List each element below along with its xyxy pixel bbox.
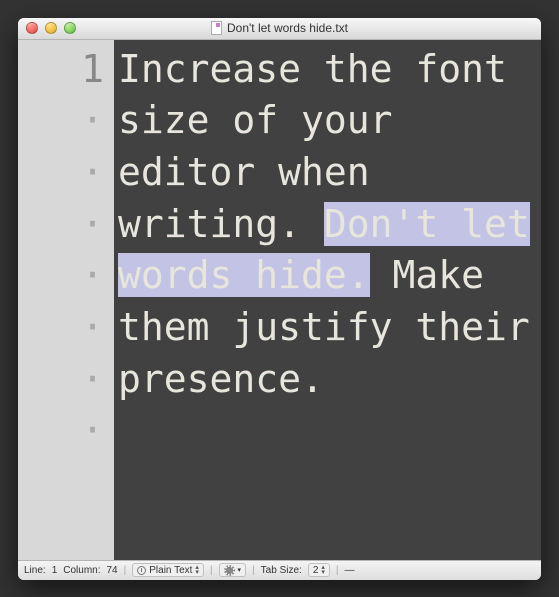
- wrap-marker: ·: [18, 354, 104, 406]
- status-bar: Line: 1 Column: 74 | Plain Text ▴▾ | ▾ |…: [18, 560, 541, 580]
- syntax-mode-label: Plain Text: [149, 565, 192, 576]
- status-column-label: Column:: [63, 565, 100, 576]
- syntax-mode-picker[interactable]: Plain Text ▴▾: [132, 563, 204, 577]
- separator: |: [252, 565, 255, 576]
- stepper-icon: ▴▾: [321, 565, 325, 575]
- text-content[interactable]: Increase the font size of your editor wh…: [114, 40, 541, 560]
- status-line-value: 1: [52, 565, 58, 576]
- line-number: 1: [18, 44, 104, 96]
- editor-window: Don't let words hide.txt 1 ······· Incre…: [18, 18, 541, 580]
- tab-size-value: 2: [313, 565, 319, 576]
- tab-size-picker[interactable]: 2 ▴▾: [308, 563, 330, 577]
- window-title-text: Don't let words hide.txt: [227, 21, 348, 35]
- status-extra: —: [345, 565, 355, 576]
- actions-menu[interactable]: ▾: [219, 563, 247, 577]
- wrap-marker: ·: [18, 302, 104, 354]
- line-gutter: 1 ·······: [18, 40, 114, 560]
- separator: |: [210, 565, 213, 576]
- document-icon: [211, 21, 222, 35]
- wrap-marker: ·: [18, 199, 104, 251]
- window-title: Don't let words hide.txt: [18, 21, 541, 35]
- status-line-label: Line:: [24, 565, 46, 576]
- stepper-icon: ▴▾: [195, 565, 199, 575]
- wrap-marker: ·: [18, 405, 104, 457]
- separator: |: [124, 565, 127, 576]
- editor-area: 1 ······· Increase the font size of your…: [18, 40, 541, 560]
- clock-icon: [137, 566, 146, 575]
- status-column-value: 74: [107, 565, 118, 576]
- tab-size-label: Tab Size:: [261, 565, 302, 576]
- chevron-down-icon: ▾: [238, 566, 242, 574]
- gear-icon: [224, 565, 235, 576]
- wrap-marker: ·: [18, 147, 104, 199]
- wrap-marker: ·: [18, 95, 104, 147]
- wrap-marker: ·: [18, 250, 104, 302]
- separator: |: [336, 565, 339, 576]
- titlebar[interactable]: Don't let words hide.txt: [18, 18, 541, 40]
